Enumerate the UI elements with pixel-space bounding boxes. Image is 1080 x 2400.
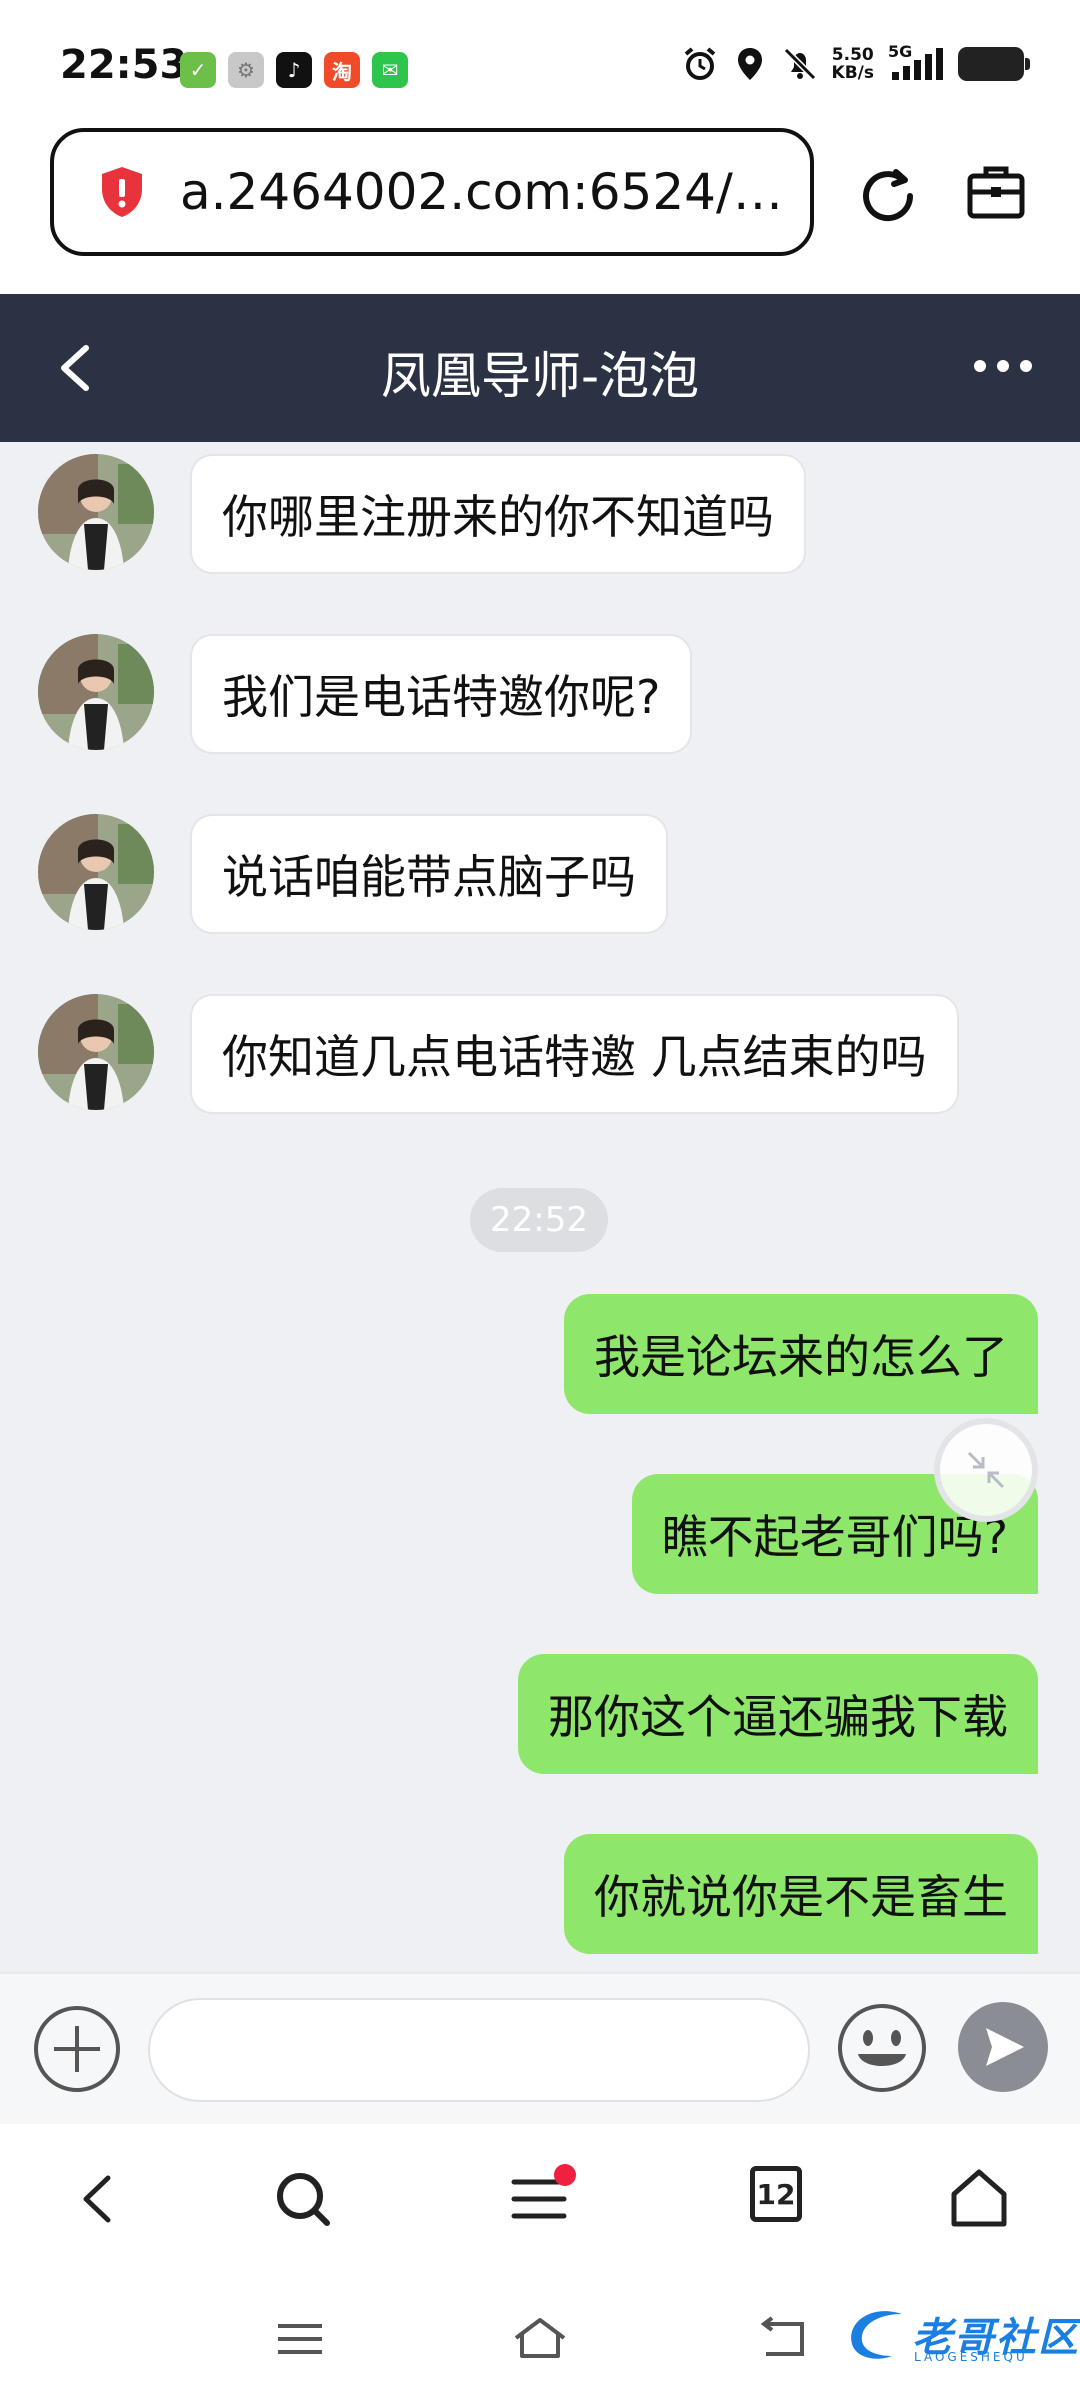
add-attachment-icon[interactable]	[32, 2004, 122, 2094]
minimize-float-button[interactable]	[934, 1418, 1038, 1522]
outgoing-bubble[interactable]: 我是论坛来的怎么了	[564, 1294, 1038, 1414]
system-back-icon[interactable]	[752, 2314, 812, 2364]
home-icon[interactable]	[944, 2164, 1014, 2234]
chat-title: 凤凰导师-泡泡	[380, 347, 700, 405]
battery-icon	[958, 47, 1030, 81]
toolbox-icon[interactable]	[964, 160, 1028, 224]
notification-icons: ✓ ⚙ ♪ 淘 ✉	[180, 52, 408, 88]
status-bar: 22:53 ✓ ⚙ ♪ 淘 ✉ 5.50 KB/s 5G	[0, 0, 1080, 120]
outgoing-bubble[interactable]: 那你这个逼还骗我下载	[518, 1654, 1038, 1774]
incoming-message: 你知道几点电话特邀 几点结束的吗	[38, 994, 959, 1114]
chat-header: 凤凰导师-泡泡	[0, 294, 1080, 442]
settings-app-icon: ⚙	[228, 52, 264, 88]
signal-bars-icon	[892, 48, 943, 80]
dragon-logo-icon	[851, 2311, 902, 2359]
alarm-icon	[684, 47, 715, 80]
incoming-message: 我们是电话特邀你呢?	[38, 634, 693, 754]
mute-icon	[783, 47, 816, 81]
emoji-icon[interactable]	[836, 2002, 928, 2094]
status-time: 22:53	[60, 42, 188, 88]
message-input[interactable]	[148, 1998, 810, 2102]
signal-icon: 5G	[888, 42, 944, 82]
browser-back-icon[interactable]	[66, 2164, 136, 2234]
incoming-message: 你哪里注册来的你不知道吗	[38, 454, 806, 574]
tiktok-app-icon: ♪	[276, 52, 312, 88]
collapse-arrows-icon	[967, 1451, 1005, 1489]
watermark-subtext: LAOGESHEQU	[914, 2350, 1028, 2364]
recent-apps-icon[interactable]	[270, 2314, 330, 2364]
url-bar[interactable]: a.2464002.com:6524/…	[50, 128, 814, 256]
net-speed: 5.50 KB/s	[832, 46, 874, 82]
incoming-bubble[interactable]: 说话咱能带点脑子吗	[190, 814, 668, 934]
search-icon[interactable]	[268, 2164, 338, 2234]
avatar[interactable]	[38, 994, 154, 1110]
incoming-bubble[interactable]: 你知道几点电话特邀 几点结束的吗	[190, 994, 959, 1114]
incoming-bubble[interactable]: 我们是电话特邀你呢?	[190, 634, 693, 754]
notification-dot	[554, 2164, 576, 2186]
send-button[interactable]	[958, 2002, 1048, 2092]
status-right: 5.50 KB/s 5G	[682, 42, 1030, 82]
url-text[interactable]: a.2464002.com:6524/…	[180, 163, 783, 221]
message-timestamp: 22:52	[470, 1188, 608, 1252]
message-input-bar	[0, 1972, 1080, 2124]
system-nav-bar: 老哥社区 LAOGESHEQU	[0, 2274, 1080, 2400]
location-icon	[737, 48, 762, 80]
reload-icon[interactable]	[852, 160, 924, 232]
watermark-logo: 老哥社区 LAOGESHEQU	[842, 2304, 1080, 2364]
wechat-app-icon: ✉	[372, 52, 408, 88]
avatar[interactable]	[38, 814, 154, 930]
avatar[interactable]	[38, 634, 154, 750]
task-app-icon: ✓	[180, 52, 216, 88]
net-speed-value: 5.50	[831, 45, 874, 65]
send-arrow-icon	[986, 2028, 1024, 2066]
incoming-bubble[interactable]: 你哪里注册来的你不知道吗	[190, 454, 806, 574]
system-home-icon[interactable]	[510, 2314, 570, 2364]
tabs-count-button[interactable]: 12	[750, 2166, 802, 2222]
incoming-message: 说话咱能带点脑子吗	[38, 814, 668, 934]
more-options-icon[interactable]	[968, 346, 1038, 386]
outgoing-bubble[interactable]: 你就说你是不是畜生	[564, 1834, 1038, 1954]
security-shield-icon[interactable]	[98, 165, 146, 219]
taobao-app-icon: 淘	[324, 52, 360, 88]
chat-messages[interactable]: 你哪里注册来的你不知道吗 我们是电话特邀你呢? 说话咱能带点脑子吗 你知道几点电…	[0, 442, 1080, 1972]
net-speed-unit: KB/s	[831, 63, 874, 83]
avatar[interactable]	[38, 454, 154, 570]
browser-toolbar: 12	[0, 2124, 1080, 2274]
